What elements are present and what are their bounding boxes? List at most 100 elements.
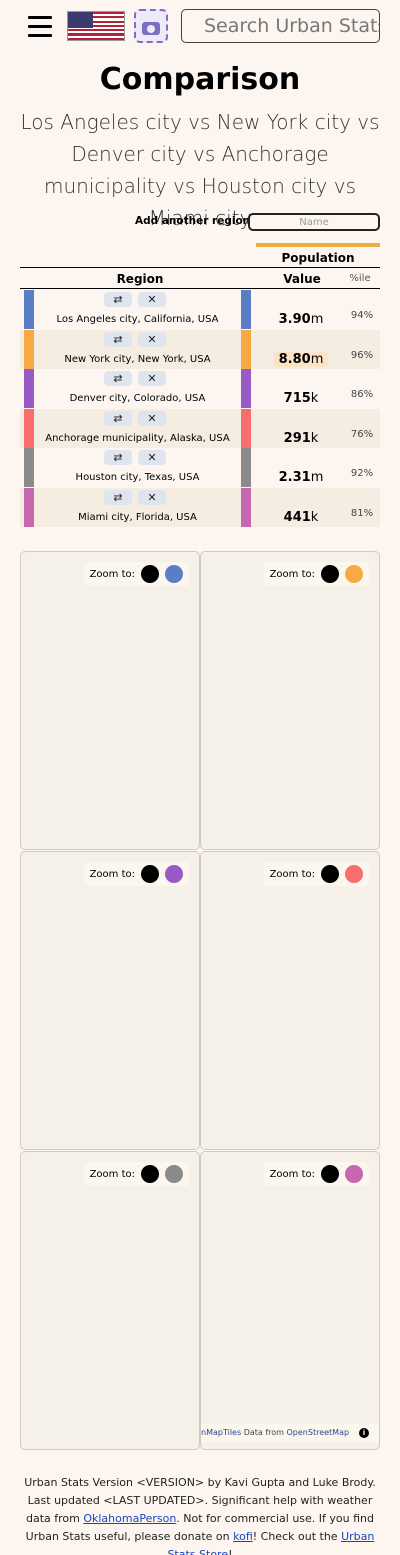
attribution-osm-link[interactable]: OpenStreetMap	[287, 1428, 350, 1437]
zoom-all-button[interactable]	[141, 565, 159, 583]
search-input[interactable]	[181, 9, 380, 43]
screenshot-camera-icon[interactable]	[134, 9, 168, 43]
footer-link-kofi[interactable]: kofi	[233, 1530, 253, 1543]
region-name-link[interactable]: Denver city, Colorado, USA	[34, 393, 241, 404]
value-unit: m	[310, 312, 324, 327]
region-name-link[interactable]: Houston city, Texas, USA	[34, 472, 241, 483]
close-icon: ✕	[147, 490, 157, 504]
region-color-strip	[241, 369, 251, 408]
region-color-strip	[241, 448, 251, 487]
population-value: 715k	[274, 391, 328, 406]
population-value: 3.90m	[274, 312, 328, 327]
remove-region-button[interactable]: ✕	[138, 331, 166, 347]
region-color-strip	[241, 290, 251, 329]
table-row: ⇄ ✕ New York city, New York, USA 8.80m 96%	[20, 329, 380, 369]
zoom-control: Zoom to:	[263, 1162, 369, 1186]
table-row: ⇄ ✕ Denver city, Colorado, USA 715k 86%	[20, 369, 380, 408]
value-unit: k	[310, 430, 319, 446]
zoom-control: Zoom to:	[263, 562, 369, 586]
close-icon: ✕	[147, 411, 157, 425]
percentile-value: 92%	[350, 468, 374, 479]
remove-region-button[interactable]: ✕	[138, 292, 166, 307]
stat-header-population[interactable]: Population	[256, 251, 380, 265]
zoom-all-button[interactable]	[321, 565, 339, 583]
add-region-label: Add another region:	[135, 215, 255, 227]
population-value: 291k	[274, 431, 328, 446]
close-icon: ✕	[147, 372, 157, 385]
swap-region-button[interactable]: ⇄	[104, 292, 132, 307]
search-swap-icon: ⇄	[113, 490, 123, 504]
search-swap-icon: ⇄	[113, 372, 123, 385]
zoom-region-button[interactable]	[165, 1165, 183, 1183]
zoom-all-button[interactable]	[321, 1165, 339, 1183]
zoom-control: Zoom to:	[83, 862, 189, 886]
zoom-label: Zoom to:	[89, 868, 135, 880]
map-panel[interactable]: Zoom to:	[200, 551, 380, 850]
remove-region-button[interactable]: ✕	[138, 450, 166, 465]
zoom-region-button[interactable]	[345, 565, 363, 583]
map-panel[interactable]: Zoom to:	[20, 551, 200, 850]
population-value: 8.80m	[274, 351, 328, 367]
map-panel[interactable]: Zoom to:	[200, 851, 380, 1150]
percentile-value: 81%	[350, 507, 374, 519]
search-swap-icon: ⇄	[113, 451, 123, 464]
region-name-link[interactable]: Miami city, Florida, USA	[34, 512, 241, 523]
zoom-all-button[interactable]	[321, 865, 339, 883]
remove-region-button[interactable]: ✕	[138, 371, 166, 386]
region-name-link[interactable]: Los Angeles city, California, USA	[34, 314, 241, 325]
search-swap-icon: ⇄	[113, 411, 123, 425]
region-name-link[interactable]: Anchorage municipality, Alaska, USA	[34, 433, 241, 444]
region-color-strip	[241, 408, 251, 448]
swap-region-button[interactable]: ⇄	[104, 371, 132, 386]
value-number: 291	[283, 430, 311, 446]
zoom-region-button[interactable]	[165, 565, 183, 583]
region-color-strip	[24, 329, 34, 369]
zoom-control: Zoom to:	[83, 562, 189, 586]
swap-region-button[interactable]: ⇄	[104, 410, 132, 426]
search-swap-icon: ⇄	[113, 332, 123, 346]
value-number: 715	[283, 391, 311, 406]
header-divider	[20, 267, 380, 268]
zoom-control: Zoom to:	[83, 1162, 189, 1186]
zoom-region-button[interactable]	[345, 865, 363, 883]
percentile-value: 96%	[350, 349, 374, 361]
swap-region-button[interactable]: ⇄	[104, 489, 132, 505]
column-header-region: Region	[116, 272, 164, 286]
map-panel[interactable]: Zoom to:	[20, 1151, 200, 1450]
value-unit: m	[310, 470, 324, 485]
attribution-data-label: Data from	[243, 1428, 284, 1437]
zoom-label: Zoom to:	[269, 568, 315, 580]
region-name-link[interactable]: New York city, New York, USA	[34, 354, 241, 365]
zoom-all-button[interactable]	[141, 865, 159, 883]
remove-region-button[interactable]: ✕	[138, 410, 166, 426]
swap-region-button[interactable]: ⇄	[104, 450, 132, 465]
footer-link-oklahomaperson[interactable]: OklahomaPerson	[83, 1512, 176, 1525]
map-panel[interactable]: Zoom to:	[200, 1151, 380, 1450]
zoom-region-button[interactable]	[165, 865, 183, 883]
close-icon: ✕	[147, 332, 157, 346]
footer: Urban Stats Version <VERSION> by Kavi Gu…	[20, 1474, 380, 1555]
value-number: 441	[283, 509, 311, 525]
hamburger-menu-icon[interactable]	[28, 16, 52, 37]
top-bar	[0, 8, 400, 46]
info-icon[interactable]: i	[359, 1428, 369, 1438]
add-region-input[interactable]	[248, 213, 380, 231]
table-row: ⇄ ✕ Los Angeles city, California, USA 3.90m…	[20, 290, 380, 329]
remove-region-button[interactable]: ✕	[138, 489, 166, 505]
swap-region-button[interactable]: ⇄	[104, 331, 132, 347]
zoom-region-button[interactable]	[345, 1165, 363, 1183]
attribution-tiles-link[interactable]: nMapTiles	[201, 1428, 241, 1437]
map-panel[interactable]: Zoom to:	[20, 851, 200, 1150]
percentile-value: 86%	[350, 389, 374, 400]
zoom-label: Zoom to:	[89, 568, 135, 580]
us-flag-icon[interactable]	[67, 11, 125, 41]
zoom-all-button[interactable]	[141, 1165, 159, 1183]
value-unit: k	[310, 391, 319, 406]
column-header-percentile: %ile	[349, 273, 371, 284]
region-color-strip	[24, 487, 34, 527]
stat-color-bar	[256, 243, 380, 247]
value-number: 3.90	[278, 312, 311, 327]
zoom-label: Zoom to:	[89, 1168, 135, 1180]
table-row: ⇄ ✕ Miami city, Florida, USA 441k 81%	[20, 487, 380, 527]
column-header-value: Value	[283, 272, 321, 286]
